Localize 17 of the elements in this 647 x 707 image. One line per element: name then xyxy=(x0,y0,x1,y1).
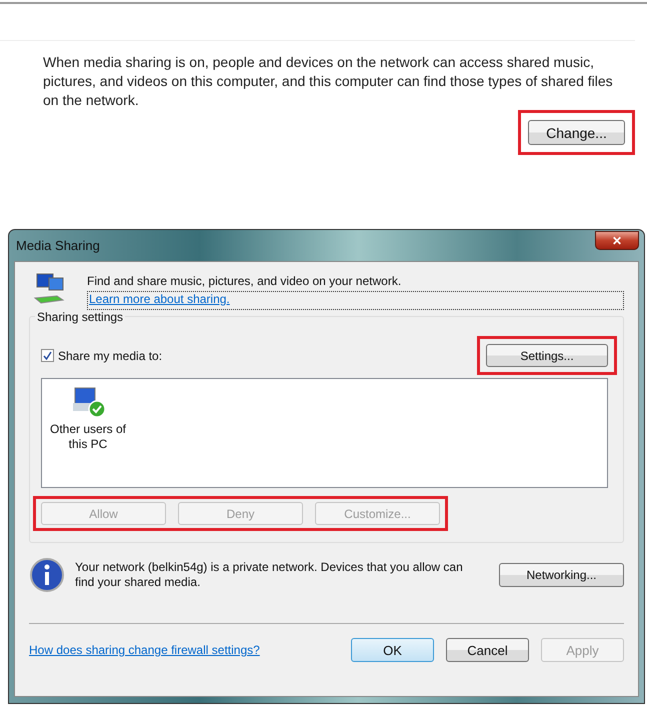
settings-button[interactable]: Settings... xyxy=(486,344,608,367)
device-item[interactable]: Other users of this PC xyxy=(48,385,128,481)
group-label: Sharing settings xyxy=(35,310,126,324)
change-button[interactable]: Change... xyxy=(528,120,625,145)
window-title: Media Sharing xyxy=(15,238,100,253)
checkbox[interactable] xyxy=(41,349,54,362)
networking-button[interactable]: Networking... xyxy=(499,563,624,587)
close-button[interactable]: ✕ xyxy=(595,231,639,250)
device-label: Other users of this PC xyxy=(48,422,128,452)
dialog-button[interactable]: Cancel xyxy=(446,638,529,662)
info-text: Your network (belkin54g) is a private network. Devices that you allow can find your shared media. xyxy=(75,560,464,590)
header-text: Find and share music, pictures, and video on your network. xyxy=(87,274,402,288)
info-icon xyxy=(29,557,65,593)
firewall-help-link[interactable]: How does sharing change firewall settings? xyxy=(29,643,260,657)
dialog-button[interactable]: OK xyxy=(351,638,434,662)
description: When media sharing is on, people and devices on the network can access shared music, pictures, and videos on this computer, and this computer can find those types of shared files on the network. xyxy=(43,53,614,110)
learn-more-link[interactable]: Learn more about sharing. xyxy=(89,292,230,306)
